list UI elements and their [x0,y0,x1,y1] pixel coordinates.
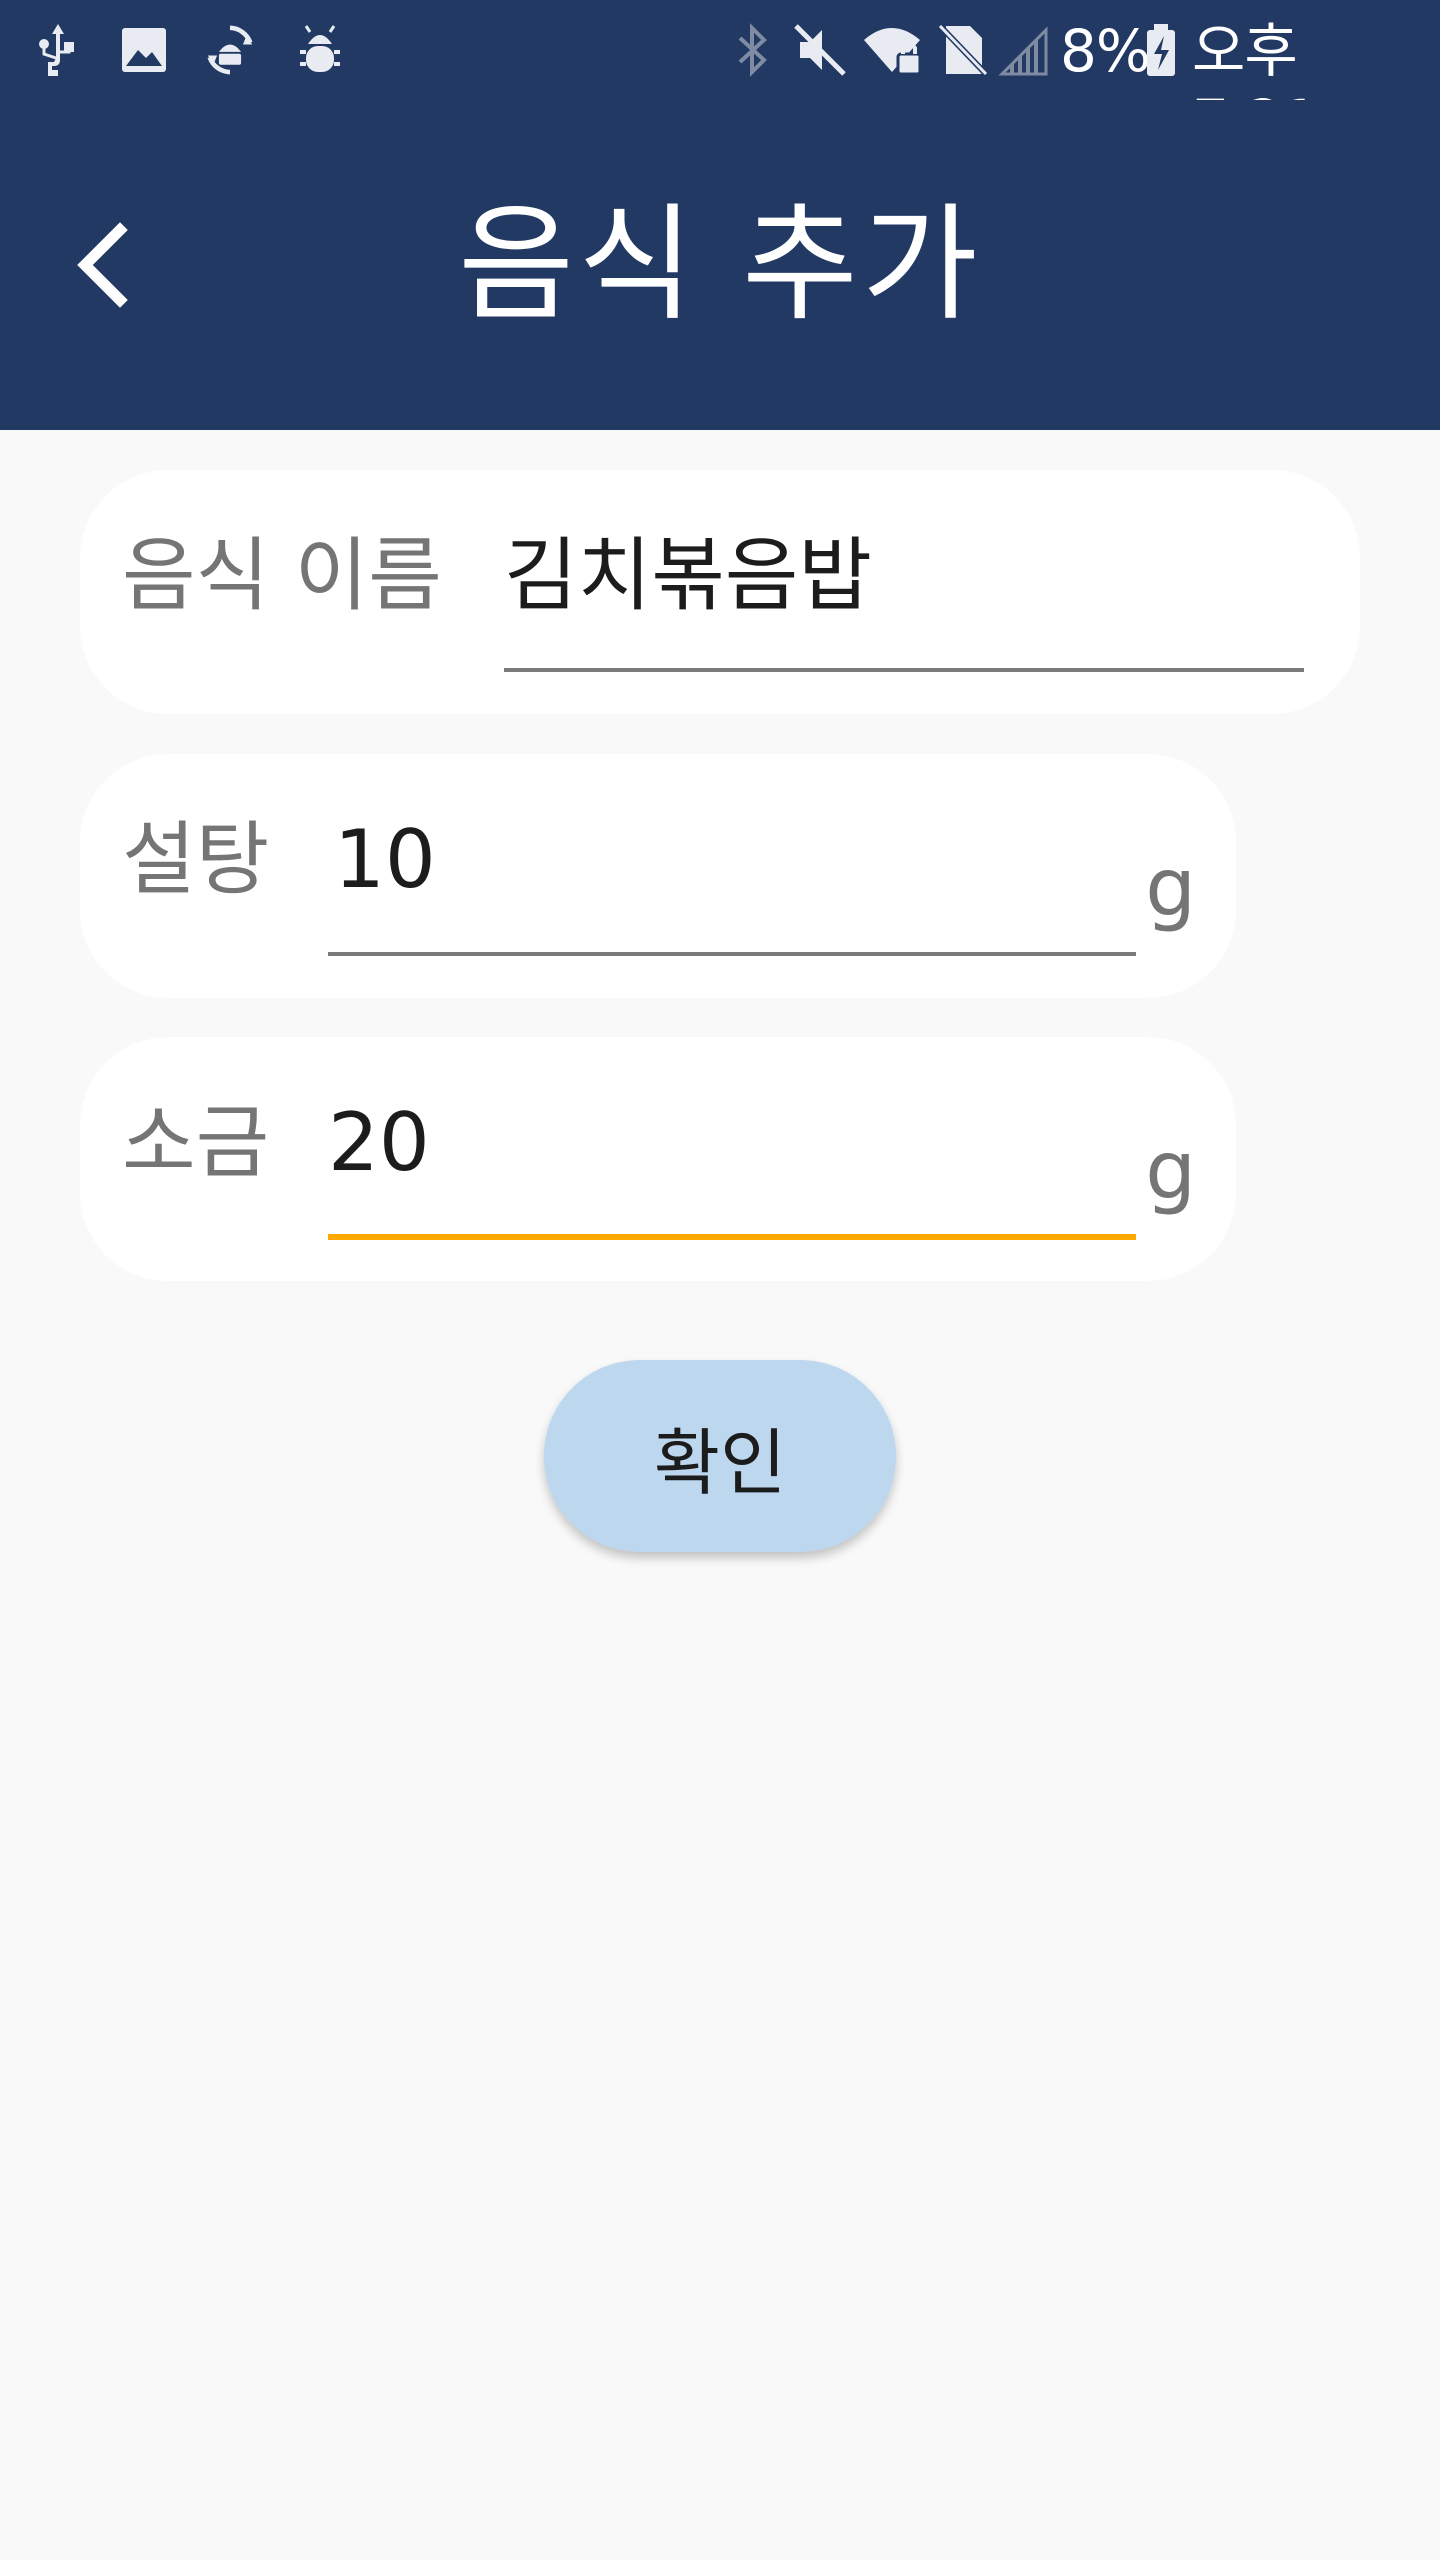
salt-input[interactable]: 20 [328,1093,430,1193]
usb-icon [39,24,74,76]
bluetooth-icon [738,23,767,77]
mute-icon [794,24,846,76]
sugar-label: 설탕 [122,813,270,906]
salt-unit: g [1145,1124,1196,1217]
confirm-button[interactable]: 확인 [544,1360,896,1552]
salt-label: 소금 [122,1096,270,1189]
wifi-lock-icon [864,28,922,76]
status-bar: 8% 오후 7:21 [0,0,1440,155]
sugar-card: 설탕 10 g [80,754,1236,998]
battery-percent: 8% [1060,17,1151,85]
confirm-button-label: 확인 [653,1420,787,1505]
salt-card: 소금 20 g [80,1037,1236,1281]
food-name-card: 음식 이름 김치볶음밥 [80,470,1360,714]
bug-icon [300,25,340,72]
no-sim-icon [938,23,988,77]
food-name-input[interactable]: 김치볶음밥 [504,526,872,626]
sugar-unit: g [1145,841,1196,934]
sugar-input[interactable]: 10 [334,810,436,910]
food-name-underline [504,668,1304,672]
signal-icon [998,26,1048,76]
food-name-label: 음식 이름 [122,529,442,622]
sync-android-icon [207,25,253,75]
sugar-underline [328,952,1136,956]
app-bar: 음식 추가 [0,100,1440,430]
salt-underline-focused [328,1234,1136,1240]
battery-charging-icon [1147,24,1175,76]
image-icon [122,28,166,72]
page-title: 음식 추가 [458,191,982,338]
